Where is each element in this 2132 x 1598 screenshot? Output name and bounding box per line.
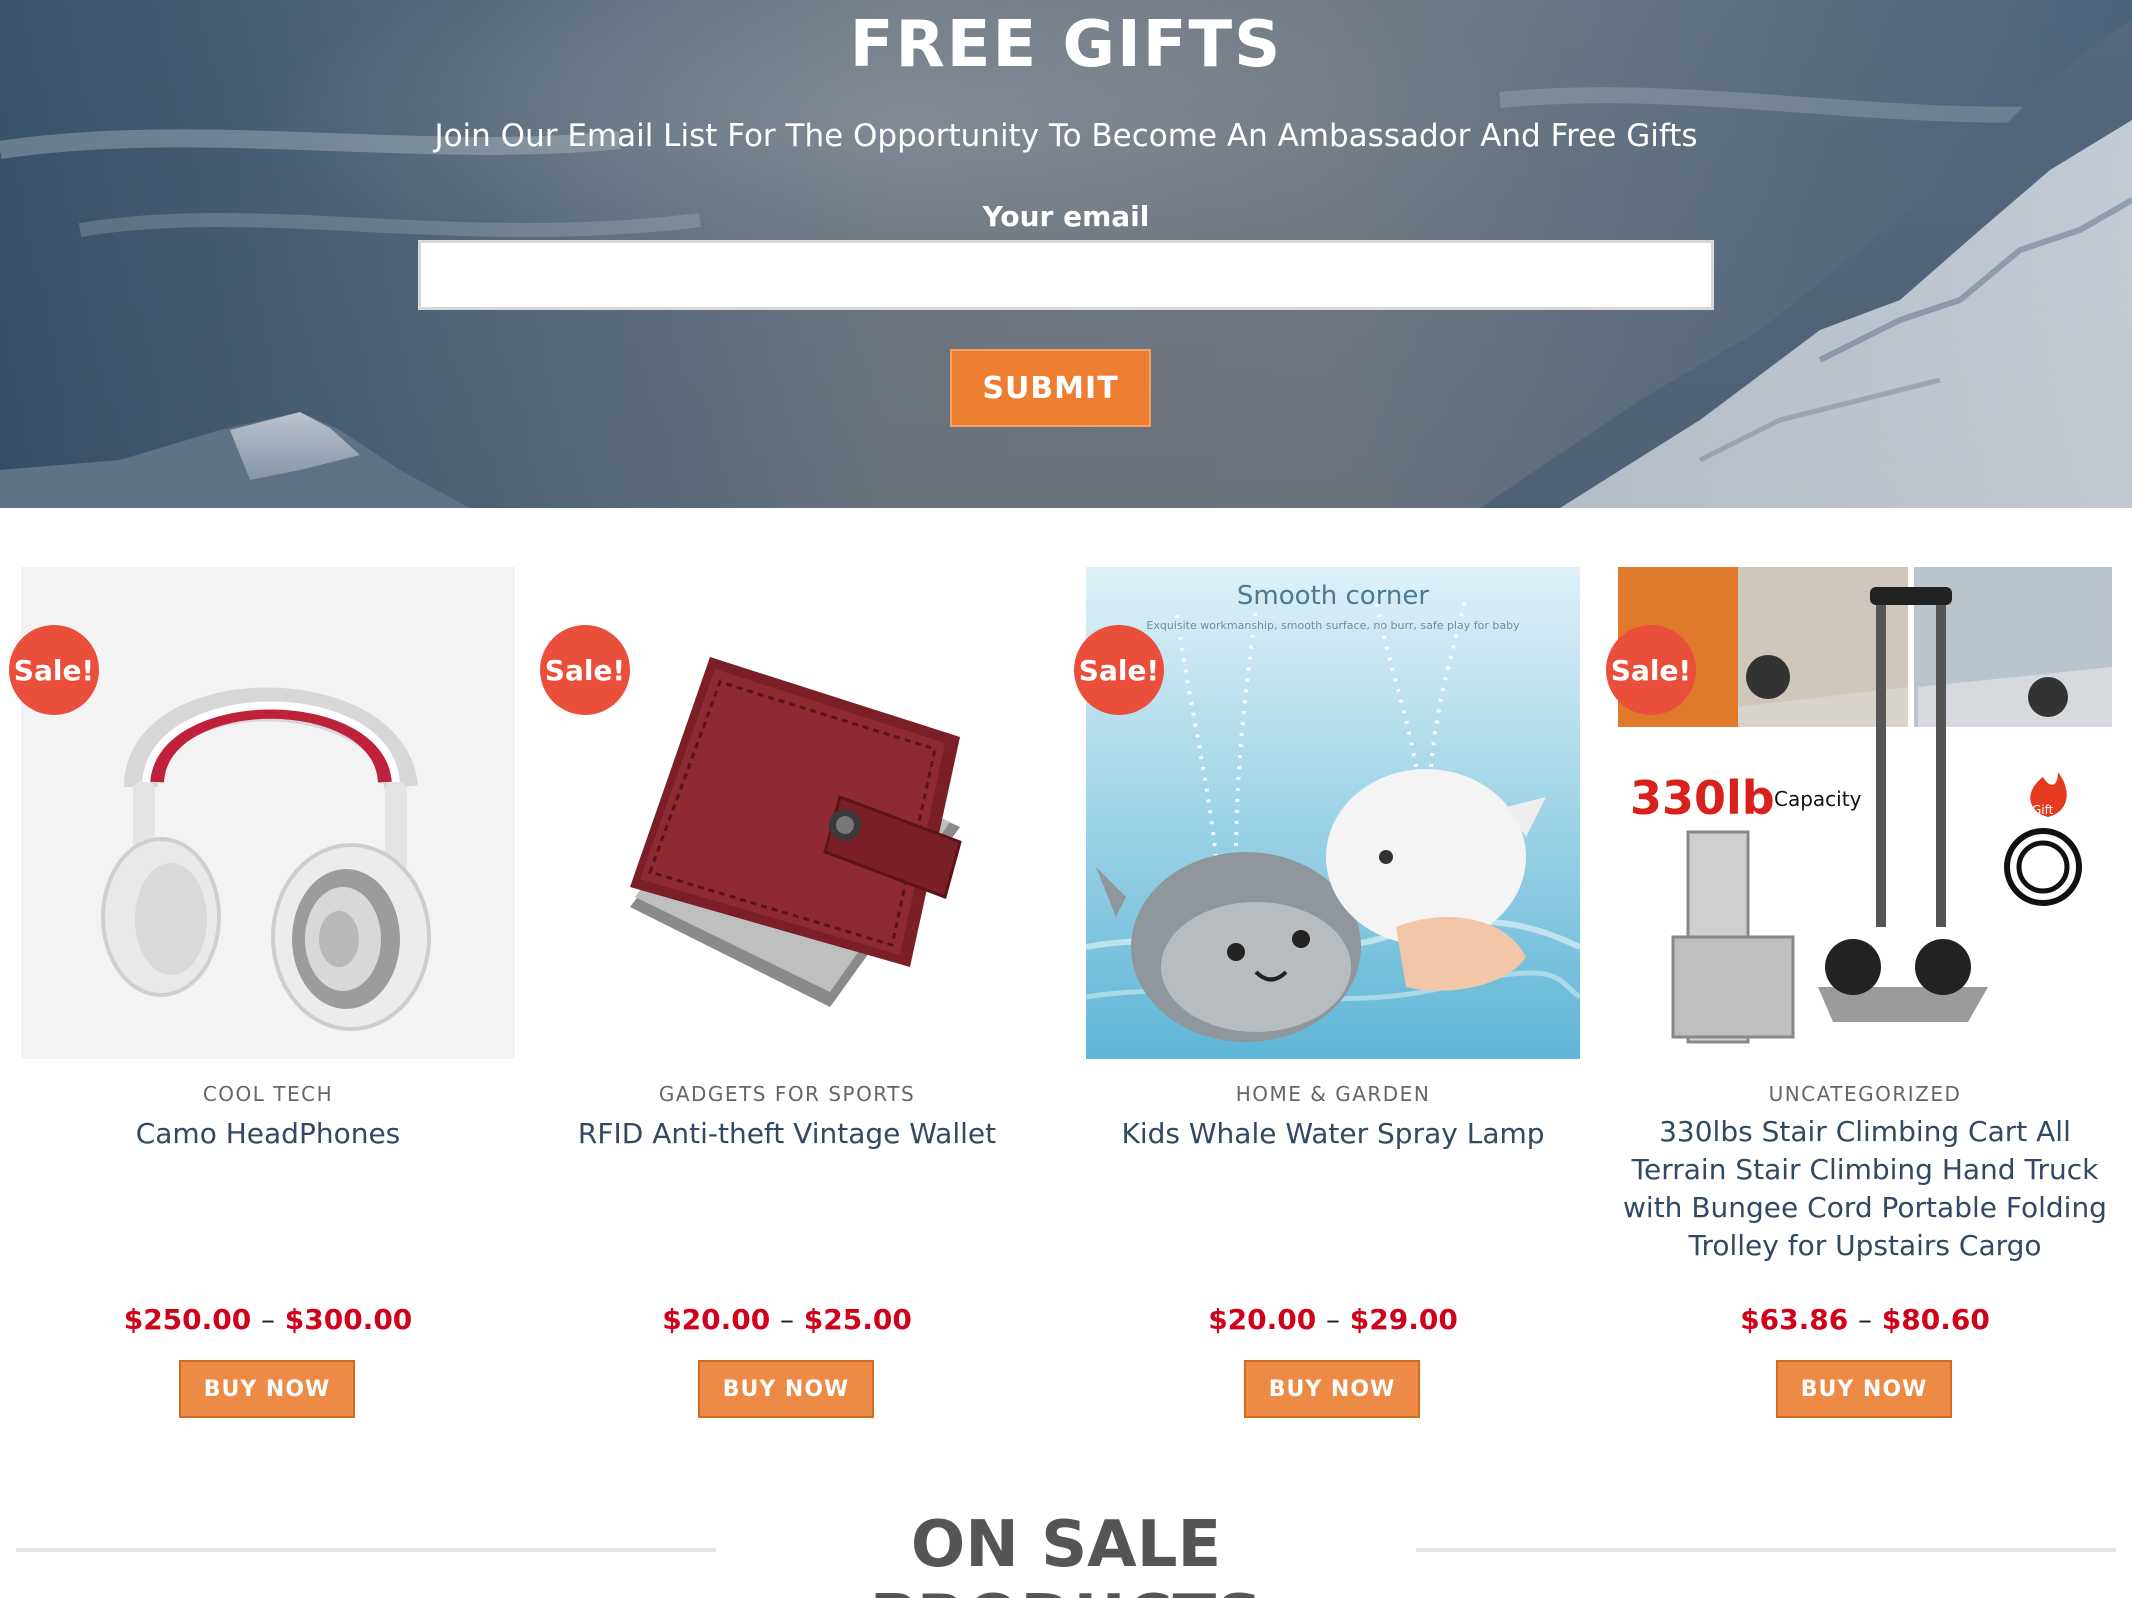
price-separator: –: [1858, 1303, 1872, 1336]
buy-now-button[interactable]: BUY NOW: [1776, 1360, 1952, 1418]
email-label: Your email: [982, 200, 1150, 233]
price-low: $63.86: [1740, 1303, 1849, 1336]
product-name[interactable]: 330lbs Stair Climbing Cart All Terrain S…: [1618, 1113, 2112, 1265]
capacity-label: Capacity: [1774, 787, 1862, 811]
product-price: $20.00 – $25.00: [540, 1303, 1034, 1336]
submit-button[interactable]: SUBMIT: [950, 349, 1151, 427]
hero-title: FREE GIFTS: [849, 8, 1283, 82]
product-price: $20.00 – $29.00: [1086, 1303, 1580, 1336]
headphones-image[interactable]: [21, 567, 515, 1059]
product-category[interactable]: UNCATEGORIZED: [1618, 1082, 2112, 1106]
image-caption: Smooth corner: [1236, 581, 1430, 611]
newsletter-hero: FREE GIFTS Join Our Email List For The O…: [0, 0, 2132, 508]
whale-lamp-icon: [1086, 567, 1580, 1059]
price-high: $300.00: [284, 1303, 413, 1336]
price-low: $20.00: [1208, 1303, 1317, 1336]
sale-badge: Sale!: [1074, 625, 1164, 715]
product-category[interactable]: COOL TECH: [21, 1082, 515, 1106]
price-high: $29.00: [1349, 1303, 1458, 1336]
price-separator: –: [780, 1303, 794, 1336]
whale-lamp-image[interactable]: Smooth corner Exquisite workmanship, smo…: [1086, 567, 1580, 1059]
sale-badge: Sale!: [1606, 625, 1696, 715]
hand-truck-image[interactable]: 330lb Capacity Gift: [1618, 567, 2112, 1059]
buy-now-button[interactable]: BUY NOW: [698, 1360, 874, 1418]
section-divider-left: [16, 1548, 716, 1552]
hero-subtitle: Join Our Email List For The Opportunity …: [434, 118, 1698, 154]
price-low: $250.00: [123, 1303, 252, 1336]
price-separator: –: [261, 1303, 275, 1336]
gift-label: Gift: [2032, 803, 2054, 817]
product-name[interactable]: Camo HeadPhones: [21, 1115, 515, 1153]
buy-now-button[interactable]: BUY NOW: [1244, 1360, 1420, 1418]
product-name[interactable]: Kids Whale Water Spray Lamp: [1086, 1115, 1580, 1153]
product-name[interactable]: RFID Anti-theft Vintage Wallet: [540, 1115, 1034, 1153]
image-subcaption: Exquisite workmanship, smooth surface, n…: [1146, 619, 1520, 632]
buy-now-button[interactable]: BUY NOW: [179, 1360, 355, 1418]
headphones-icon: [21, 567, 515, 1059]
product-price: $63.86 – $80.60: [1618, 1303, 2112, 1336]
section-title: ON SALE PRODUCTS: [870, 1508, 1262, 1598]
sale-badge: Sale!: [9, 625, 99, 715]
email-input[interactable]: [418, 240, 1714, 310]
product-category[interactable]: HOME & GARDEN: [1086, 1082, 1580, 1106]
sale-badge: Sale!: [540, 625, 630, 715]
capacity-number: 330lb: [1630, 771, 1775, 825]
price-separator: –: [1326, 1303, 1340, 1336]
price-low: $20.00: [662, 1303, 771, 1336]
price-high: $25.00: [803, 1303, 912, 1336]
product-price: $250.00 – $300.00: [21, 1303, 515, 1336]
product-category[interactable]: GADGETS FOR SPORTS: [540, 1082, 1034, 1106]
section-divider-right: [1416, 1548, 2116, 1552]
price-high: $80.60: [1881, 1303, 1990, 1336]
